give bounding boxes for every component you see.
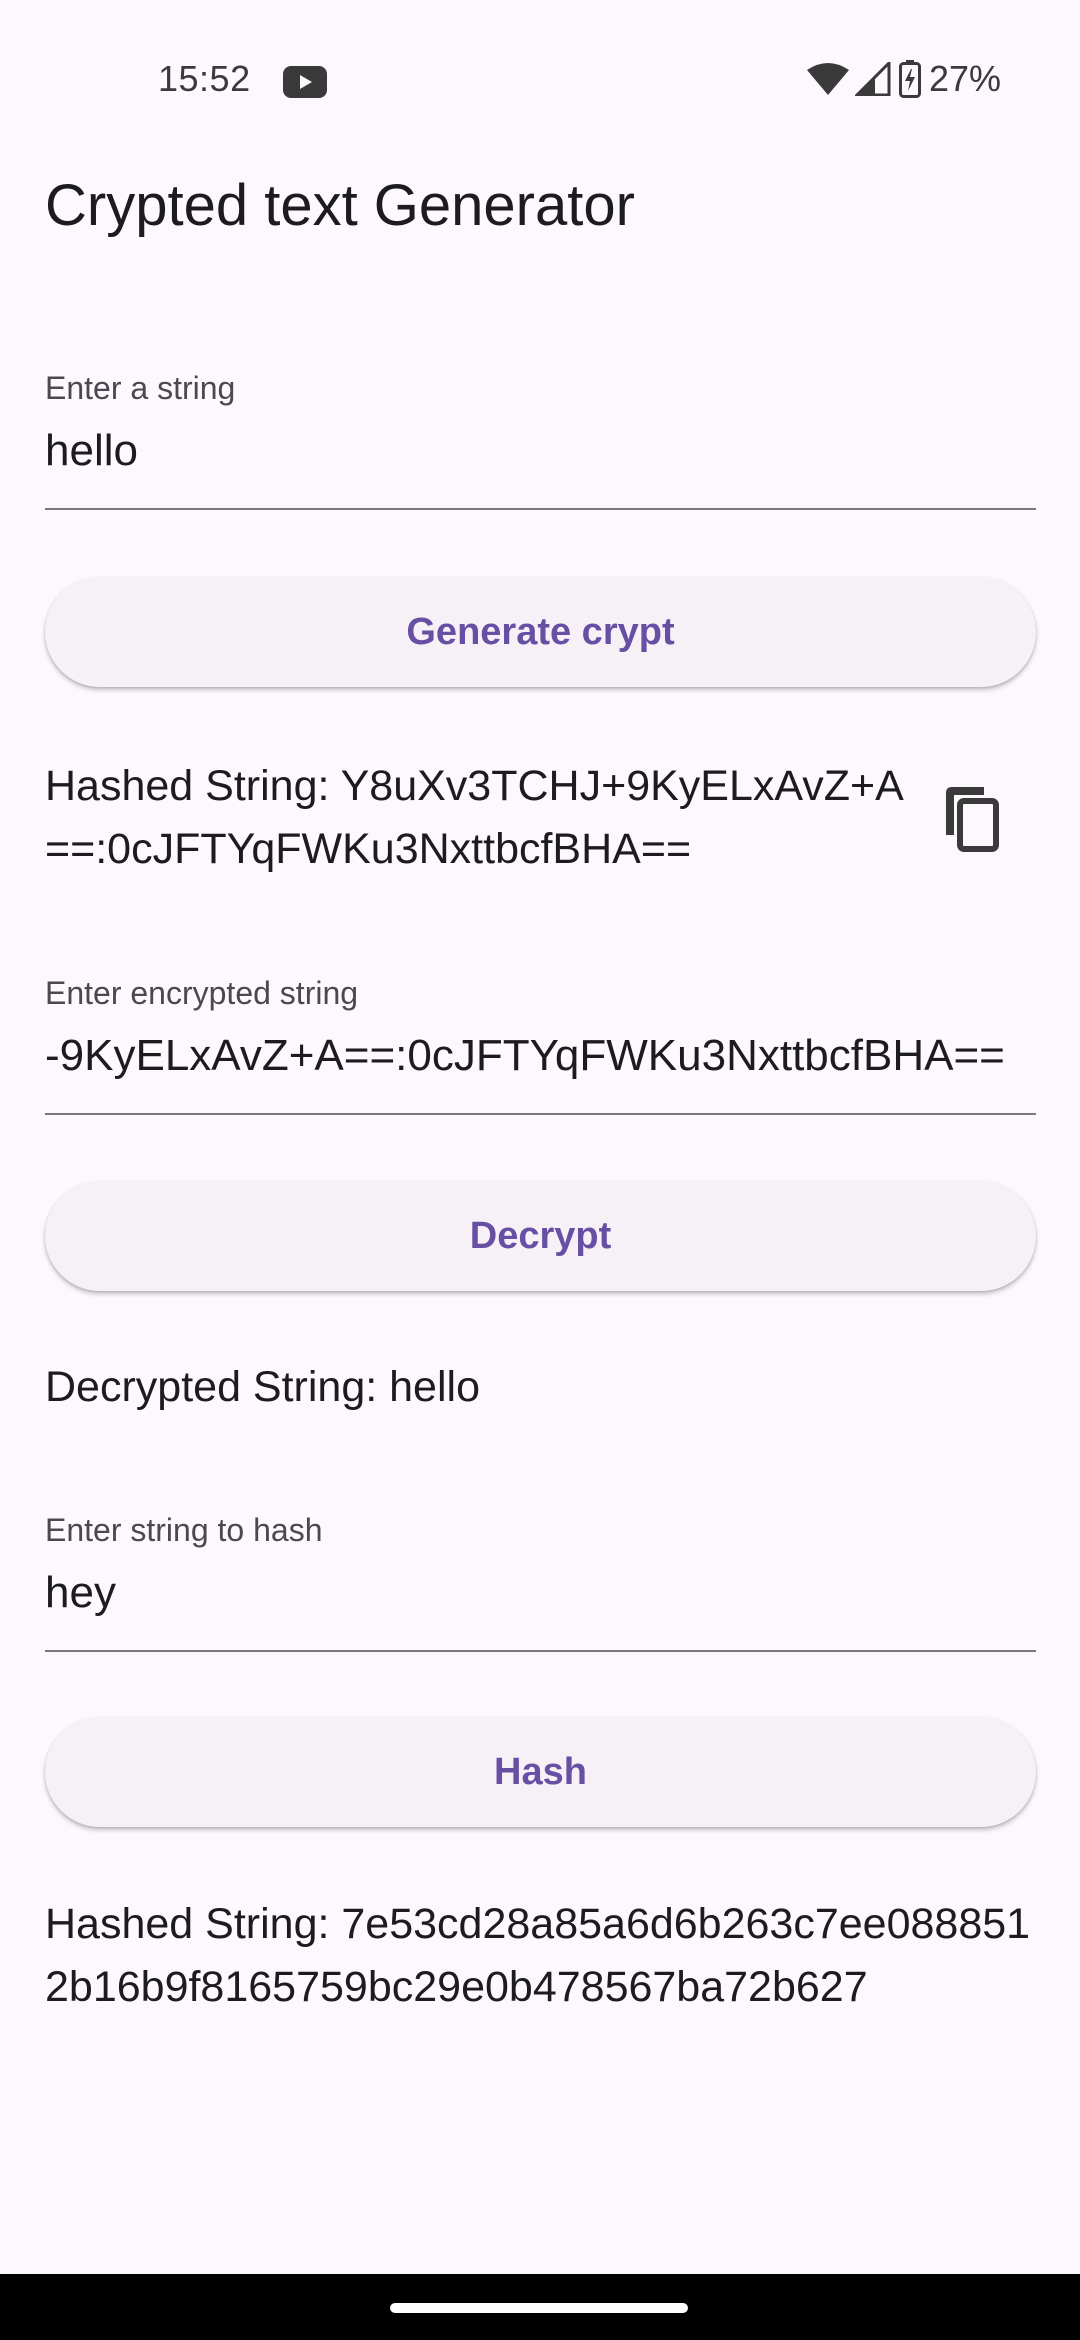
decrypted-result-text: Decrypted String: hello — [45, 1363, 480, 1411]
youtube-icon — [283, 66, 327, 98]
encrypted-string-input-field[interactable]: Enter encrypted string — [45, 975, 1036, 1115]
status-icons: 27% — [806, 56, 1001, 102]
string-input-field[interactable]: Enter a string — [45, 370, 1036, 510]
hash-input-underline — [45, 1650, 1036, 1652]
decrypt-button[interactable]: Decrypt — [45, 1181, 1036, 1291]
encrypted-string-input[interactable] — [45, 1030, 1036, 1082]
copy-icon[interactable] — [936, 783, 1002, 853]
signal-icon — [854, 62, 891, 96]
generate-crypt-button[interactable]: Generate crypt — [45, 577, 1036, 687]
hash-input-field[interactable]: Enter string to hash — [45, 1512, 1036, 1652]
page-title: Crypted text Generator — [45, 173, 635, 238]
string-input-label: Enter a string — [45, 370, 236, 406]
home-gesture-handle[interactable] — [390, 2303, 688, 2313]
string-input-underline — [45, 508, 1036, 510]
hash-input-label: Enter string to hash — [45, 1512, 323, 1548]
encrypted-string-input-label: Enter encrypted string — [45, 975, 359, 1011]
hash-result-text: Hashed String: 7e53cd28a85a6d6b263c7ee08… — [45, 1900, 1031, 2011]
status-bar: 15:52 27% — [0, 0, 1080, 160]
status-time: 15:52 — [158, 58, 251, 99]
hash-button[interactable]: Hash — [45, 1717, 1036, 1827]
string-input[interactable] — [45, 425, 1036, 477]
encrypted-string-input-underline — [45, 1113, 1036, 1115]
battery-percentage: 27% — [928, 58, 1001, 99]
wifi-icon — [806, 62, 849, 96]
battery-charging-icon — [898, 60, 921, 98]
encrypted-result-text: Hashed String: Y8uXv3TCHJ+9KyELxAvZ+A==:… — [45, 762, 904, 873]
hash-input[interactable] — [45, 1567, 1036, 1619]
